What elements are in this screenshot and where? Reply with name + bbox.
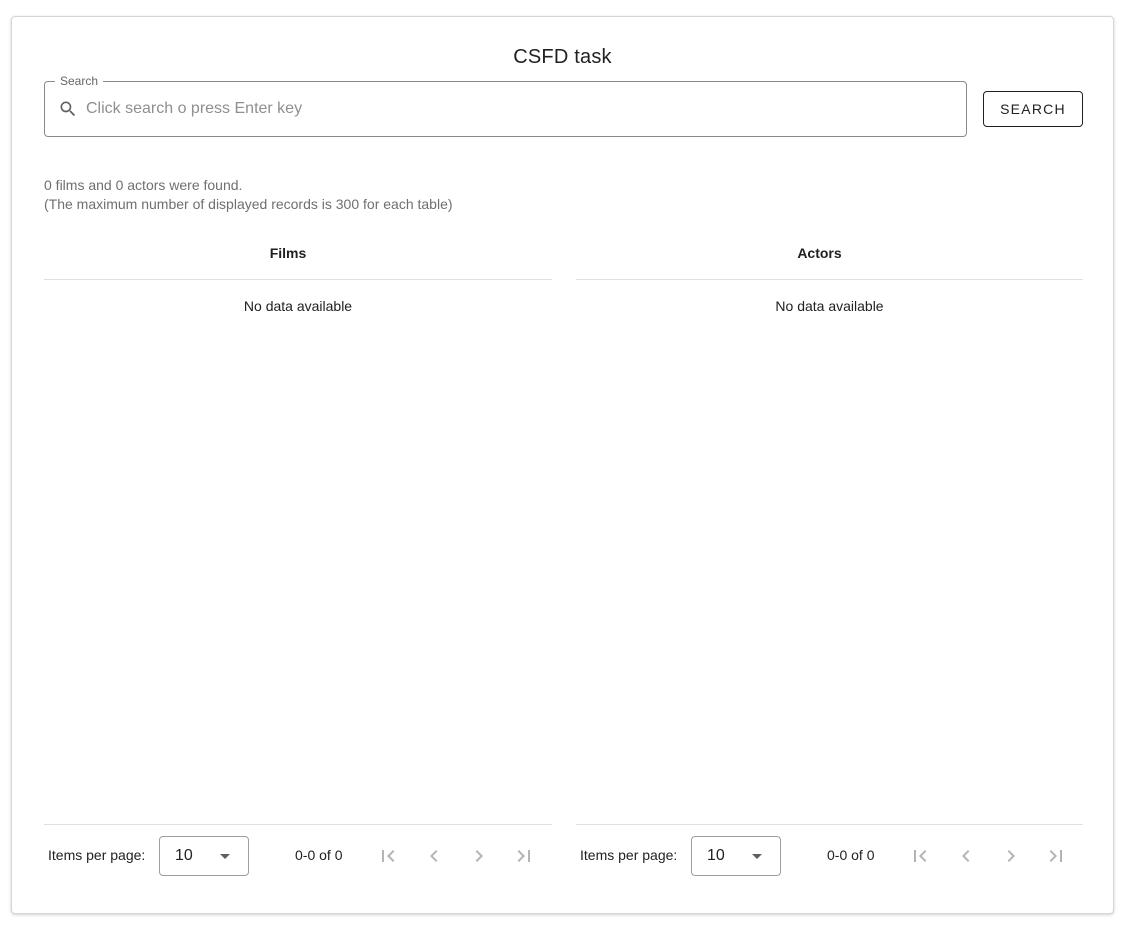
actors-items-per-page-select[interactable]: 10 <box>691 836 781 876</box>
actors-first-page-button[interactable] <box>908 844 932 868</box>
search-input[interactable] <box>86 96 946 122</box>
search-field[interactable]: Search <box>44 74 967 137</box>
films-table: Films No data available Items per page: … <box>44 235 552 917</box>
search-icon <box>58 99 78 119</box>
actors-table-header[interactable]: Actors <box>576 235 1083 280</box>
page-title: CSFD task <box>513 46 612 68</box>
last-page-icon <box>1049 850 1062 862</box>
chevron-left-icon <box>962 850 970 862</box>
last-page-icon <box>517 850 530 862</box>
films-items-per-page-value: 10 <box>175 847 193 864</box>
films-first-page-button[interactable] <box>376 844 400 868</box>
first-page-icon <box>382 850 395 862</box>
search-legend: Search <box>55 74 104 88</box>
actors-items-per-page-label: Items per page: <box>580 847 678 863</box>
films-no-data: No data available <box>243 298 353 314</box>
actors-items-per-page-value: 10 <box>707 847 725 864</box>
actors-page-info: 0-0 of 0 <box>827 847 875 863</box>
results-limit-text: (The maximum number of displayed records… <box>44 196 453 212</box>
caret-down-icon <box>752 854 762 859</box>
results-count-text: 0 films and 0 actors were found. <box>44 177 243 193</box>
films-table-header[interactable]: Films <box>44 235 552 280</box>
actors-table: Actors No data available Items per page:… <box>576 235 1083 917</box>
actors-table-footer: Items per page: 10 0-0 of 0 <box>576 824 1083 887</box>
films-next-page-button[interactable] <box>467 844 491 868</box>
actors-prev-page-button[interactable] <box>954 844 978 868</box>
films-prev-page-button[interactable] <box>422 844 446 868</box>
films-page-info: 0-0 of 0 <box>295 847 343 863</box>
main-card: CSFD task Search SEARCH 0 films and 0 ac… <box>11 16 1114 914</box>
actors-no-data: No data available <box>775 298 884 314</box>
caret-down-icon <box>220 854 230 859</box>
chevron-left-icon <box>430 850 438 862</box>
actors-next-page-button[interactable] <box>999 844 1023 868</box>
films-last-page-button[interactable] <box>512 844 536 868</box>
search-button[interactable]: SEARCH <box>983 91 1083 127</box>
films-items-per-page-label: Items per page: <box>48 847 146 863</box>
actors-last-page-button[interactable] <box>1044 844 1068 868</box>
chevron-right-icon <box>475 850 483 862</box>
films-items-per-page-select[interactable]: 10 <box>159 836 249 876</box>
chevron-right-icon <box>1007 850 1015 862</box>
first-page-icon <box>914 850 927 862</box>
films-table-footer: Items per page: 10 0-0 of 0 <box>44 824 552 887</box>
results-summary: 0 films and 0 actors were found. (The ma… <box>44 176 453 214</box>
